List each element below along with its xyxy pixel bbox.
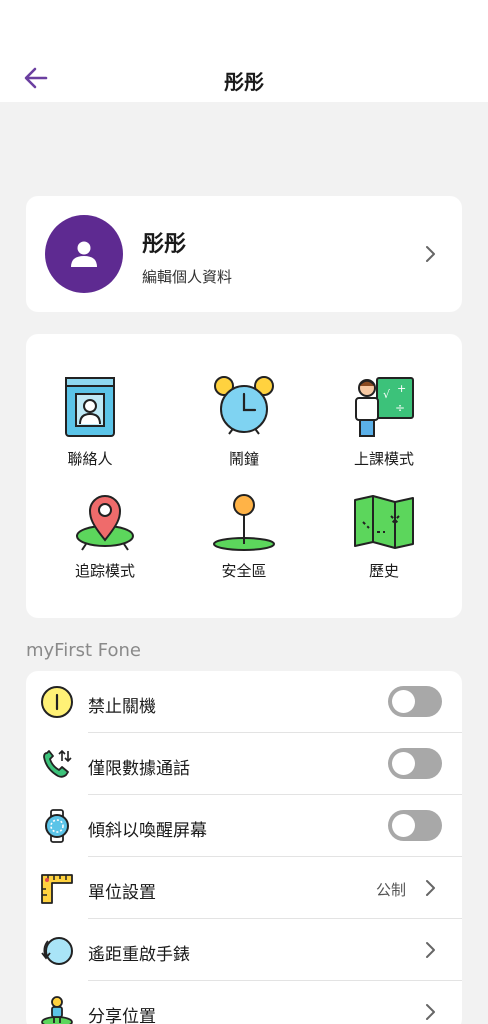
section-title: myFirst Fone	[26, 640, 141, 661]
setting-label: 僅限數據通話	[88, 759, 190, 779]
profile-card[interactable]: 彤彤 編輯個人資料	[26, 196, 462, 312]
chevron-right-icon	[424, 940, 438, 960]
setting-row-tilt-wake: 傾斜以喚醒屏幕	[26, 795, 462, 857]
feature-label: 追踪模式	[74, 562, 135, 580]
power-icon	[40, 685, 74, 719]
chevron-right-icon	[424, 244, 438, 264]
feature-alarm[interactable]: 鬧鐘	[184, 374, 304, 469]
units-value: 公制	[375, 881, 406, 899]
page-title: 彤彤	[224, 70, 264, 94]
remote-restart-icon	[40, 933, 74, 967]
toggle-knob	[392, 814, 415, 837]
tilt-wake-toggle[interactable]	[388, 810, 442, 841]
setting-row-prevent-shutdown: 禁止關機	[26, 671, 462, 733]
toggle-knob	[392, 752, 415, 775]
svg-text:+: +	[397, 382, 406, 395]
feature-grid: 聯絡人 鬧鐘 √ + ÷ 上課模式 追踪模式 安全區 歷史	[26, 334, 462, 618]
data-calls-toggle[interactable]	[388, 748, 442, 779]
feature-history[interactable]: 歷史	[324, 492, 444, 581]
tracking-pin-icon	[76, 495, 134, 551]
avatar	[45, 215, 123, 293]
svg-text:÷: ÷	[395, 401, 405, 415]
feature-contacts[interactable]: 聯絡人	[30, 374, 150, 469]
setting-row-data-calls: 僅限數據通話	[26, 733, 462, 795]
feature-label: 歷史	[368, 562, 399, 580]
setting-row-remote-restart[interactable]: 遙距重啟手錶	[26, 919, 462, 981]
phone-data-icon	[40, 747, 74, 781]
chevron-right-icon	[424, 878, 438, 898]
svg-text:√: √	[383, 388, 391, 401]
feature-tracking[interactable]: 追踪模式	[45, 492, 165, 581]
person-icon	[71, 241, 97, 267]
toggle-knob	[392, 690, 415, 713]
top-bar: 彤彤	[0, 0, 488, 102]
settings-list: 禁止關機 僅限數據通話 傾斜以喚醒屏幕 單位設置 公制 遙距重啟手錶 分享位置	[26, 671, 462, 1024]
prevent-shutdown-toggle[interactable]	[388, 686, 442, 717]
setting-label: 傾斜以喚醒屏幕	[88, 821, 207, 841]
feature-safe-zone[interactable]: 安全區	[184, 492, 304, 581]
setting-row-units[interactable]: 單位設置 公制	[26, 857, 462, 919]
watch-icon	[40, 809, 74, 843]
feature-label: 上課模式	[353, 450, 414, 468]
alarm-clock-icon	[214, 376, 274, 435]
edit-profile-link[interactable]: 編輯個人資料	[142, 266, 232, 287]
setting-row-share-location[interactable]: 分享位置	[26, 981, 462, 1024]
profile-name: 彤彤	[142, 232, 187, 257]
feature-label: 聯絡人	[67, 450, 113, 468]
chevron-right-icon	[424, 1002, 438, 1022]
setting-label: 禁止關機	[88, 697, 156, 717]
contacts-book-icon	[65, 377, 115, 437]
history-map-icon	[354, 495, 414, 549]
feature-label: 安全區	[221, 562, 267, 580]
share-location-icon	[40, 995, 74, 1024]
setting-label: 單位設置	[88, 883, 156, 903]
feature-label: 鬧鐘	[228, 450, 259, 468]
class-mode-icon: √ + ÷	[355, 377, 414, 437]
feature-class-mode[interactable]: √ + ÷ 上課模式	[324, 374, 444, 469]
setting-label: 遙距重啟手錶	[88, 945, 190, 965]
setting-label: 分享位置	[88, 1007, 156, 1024]
safe-zone-pin-icon	[213, 494, 275, 551]
ruler-icon	[40, 871, 74, 905]
